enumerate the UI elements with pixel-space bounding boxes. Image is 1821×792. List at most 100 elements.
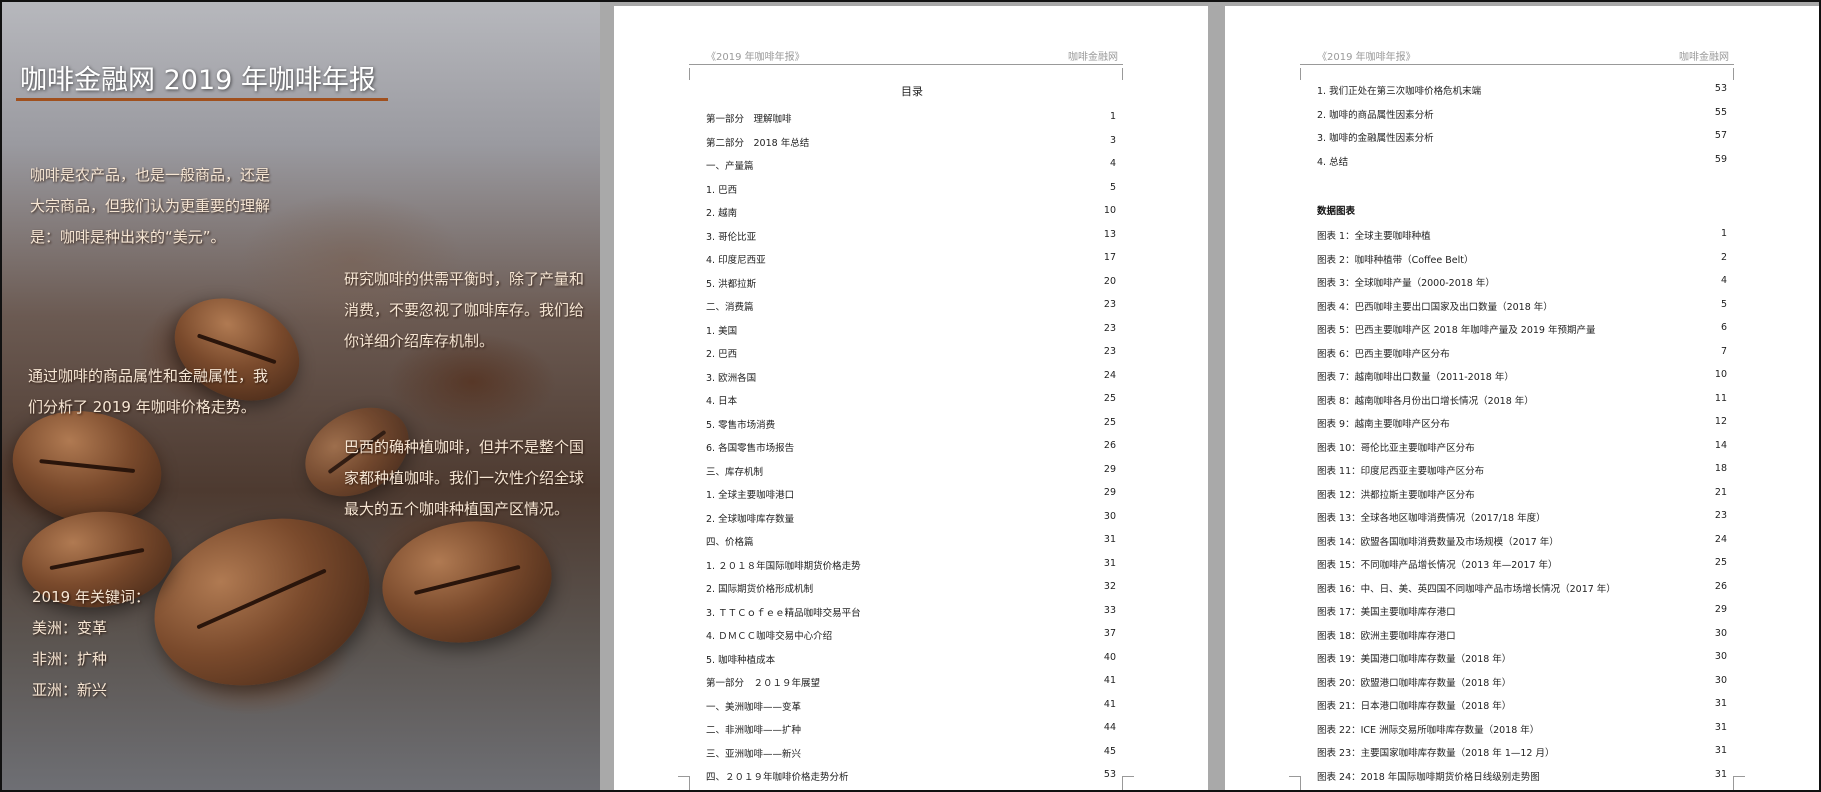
toc-entry[interactable]: 图表 12：洪都拉斯主要咖啡产区分布 21 xyxy=(1317,485,1727,509)
toc-entry[interactable]: 1. 美国 23 xyxy=(706,321,1116,345)
toc-entry[interactable]: 四、２０１９年咖啡价格走势分析 53 xyxy=(706,767,1116,790)
toc-entry[interactable]: 二、消费篇 23 xyxy=(706,297,1116,321)
crop-mark xyxy=(1733,776,1734,790)
toc-entry[interactable]: 1. 巴西 5 xyxy=(706,180,1116,204)
toc-entry-page: 4 xyxy=(1720,275,1727,286)
toc-entry-text: 图表 11：印度尼西亚主要咖啡产区分布 xyxy=(1317,466,1485,477)
toc-entry[interactable]: 图表 16：中、日、美、英四国不同咖啡产品市场增长情况（2017 年） 26 xyxy=(1317,579,1727,603)
toc-entry[interactable]: 图表 4：巴西咖啡主要出口国家及出口数量（2018 年） 5 xyxy=(1317,297,1727,321)
cover-paragraph-1: 咖啡是农产品，也是一般商品，还是大宗商品，但我们认为更重要的理解是：咖啡是种出来… xyxy=(30,166,271,246)
toc-entry[interactable]: 图表 5：巴西主要咖啡产区 2018 年咖啡产量及 2019 年预期产量 6 xyxy=(1317,320,1727,344)
toc-entry-text: 图表 23：主要国家咖啡库存数量（2018 年 1—12 月） xyxy=(1317,748,1555,759)
toc-entry-page: 29 xyxy=(1714,604,1727,615)
toc-entry-text: 3. 咖啡的金融属性因素分析 xyxy=(1317,133,1434,144)
toc-entry[interactable]: 4. ＤＭＣＣ咖啡交易中心介绍 37 xyxy=(706,626,1116,650)
toc-entry-page: 31 xyxy=(1103,534,1116,545)
toc-entry[interactable]: 图表 2：咖啡种植带（Coffee Belt） 2 xyxy=(1317,250,1727,274)
toc-entry[interactable]: 一、美洲咖啡——变革 41 xyxy=(706,697,1116,721)
toc-entry[interactable]: 图表 6：巴西主要咖啡产区分布 7 xyxy=(1317,344,1727,368)
toc-entry[interactable]: 图表 3：全球咖啡产量（2000-2018 年） 4 xyxy=(1317,273,1727,297)
toc-entry[interactable]: 图表 22：ICE 洲际交易所咖啡库存数量（2018 年） 31 xyxy=(1317,720,1727,744)
toc-page-2[interactable]: 《2019 年咖啡年报》 咖啡金融网 1. 我们正处在第三次咖啡价格危机末端 53… xyxy=(1225,6,1819,790)
toc-entry-page: 1 xyxy=(1720,228,1727,239)
toc-entry-page: 31 xyxy=(1103,557,1116,569)
toc-entry-page: 25 xyxy=(1714,557,1727,568)
toc-entry[interactable]: 第二部分 2018 年总结 3 xyxy=(706,133,1116,157)
toc-entry[interactable]: 图表 21：日本港口咖啡库存数量（2018 年） 31 xyxy=(1317,696,1727,720)
toc-entry[interactable]: 5. 零售市场消费 25 xyxy=(706,415,1116,439)
toc-entry-text: 图表 5：巴西主要咖啡产区 2018 年咖啡产量及 2019 年预期产量 xyxy=(1317,325,1596,336)
toc-entry[interactable]: 二、非洲咖啡——扩种 44 xyxy=(706,720,1116,744)
toc-entry[interactable]: 2. 国际期货价格形成机制 32 xyxy=(706,579,1116,603)
toc-entry[interactable]: 图表 10：哥伦比亚主要咖啡产区分布 14 xyxy=(1317,438,1727,462)
toc-entry[interactable]: 2. 咖啡的商品属性因素分析 55 xyxy=(1317,105,1727,129)
toc-entry-text: 5. 零售市场消费 xyxy=(706,419,776,431)
toc-entry-page: 31 xyxy=(1714,768,1727,780)
toc-entry[interactable]: 三、库存机制 29 xyxy=(706,462,1116,486)
document-viewer: 咖啡金融网 2019 年咖啡年报 咖啡是农产品，也是一般商品，还是大宗商品，但我… xyxy=(0,0,1821,792)
toc-page-1[interactable]: 《2019 年咖啡年报》 咖啡金融网 目录 第一部分 理解咖啡 1 第二部分 201… xyxy=(614,6,1208,790)
toc-entry[interactable]: 图表 19：美国港口咖啡库存数量（2018 年） 30 xyxy=(1317,649,1727,673)
toc-entry[interactable]: 2. 越南 10 xyxy=(706,203,1116,227)
toc-entry-text: 三、库存机制 xyxy=(706,466,764,478)
toc-entry[interactable]: 图表 7：越南咖啡出口数量（2011-2018 年） 10 xyxy=(1317,367,1727,391)
toc-entry-page: 32 xyxy=(1103,581,1116,592)
toc-entry-text: 图表 8：越南咖啡各月份出口增长情况（2018 年） xyxy=(1317,395,1534,407)
keyword-item: 亚洲：新兴 xyxy=(32,681,108,699)
toc-entry[interactable]: 2. 巴西 23 xyxy=(706,344,1116,368)
toc-entry[interactable]: 图表 11：印度尼西亚主要咖啡产区分布 18 xyxy=(1317,461,1727,485)
toc-entry-page: 2 xyxy=(1720,251,1727,263)
toc-entry[interactable]: 图表 20：欧盟港口咖啡库存数量（2018 年） 30 xyxy=(1317,673,1727,697)
cover-title: 咖啡金融网 2019 年咖啡年报 xyxy=(20,65,376,96)
toc-entry-page: 37 xyxy=(1103,628,1116,639)
toc-entry[interactable]: 四、价格篇 31 xyxy=(706,532,1116,556)
keywords-block: 2019 年关键词： 美洲：变革 非洲：扩种 亚洲：新兴 xyxy=(32,582,150,706)
toc-entry-page: 57 xyxy=(1714,130,1727,141)
toc-entry[interactable]: 图表 8：越南咖啡各月份出口增长情况（2018 年） 11 xyxy=(1317,391,1727,415)
toc-entry-text: 5. 咖啡种植成本 xyxy=(706,654,776,666)
toc-entry[interactable]: 1. 我们正处在第三次咖啡价格危机末端 53 xyxy=(1317,81,1727,105)
toc-entry-text: 6. 各国零售市场报告 xyxy=(706,443,795,454)
toc-entry[interactable]: 第一部分 理解咖啡 1 xyxy=(706,109,1116,133)
toc-entry[interactable]: 3. 咖啡的金融属性因素分析 57 xyxy=(1317,128,1727,152)
toc-entry[interactable]: 5. 咖啡种植成本 40 xyxy=(706,650,1116,674)
toc-entry-page: 5 xyxy=(1109,181,1116,193)
toc-entry[interactable]: 5. 洪都拉斯 20 xyxy=(706,274,1116,298)
toc-entry-text: 二、非洲咖啡——扩种 xyxy=(706,725,802,736)
toc-entry[interactable]: 图表 9：越南主要咖啡产区分布 12 xyxy=(1317,414,1727,438)
crop-mark xyxy=(689,776,690,790)
toc-entry[interactable]: 三、亚洲咖啡——新兴 45 xyxy=(706,744,1116,768)
toc-entry-text: 1. 巴西 xyxy=(706,184,738,196)
toc-entry[interactable]: 图表 23：主要国家咖啡库存数量（2018 年 1—12 月） 31 xyxy=(1317,743,1727,767)
toc-entry[interactable]: 第一部分 ２０１９年展望 41 xyxy=(706,673,1116,697)
toc-entry[interactable]: 4. 总结 59 xyxy=(1317,152,1727,176)
toc-entry[interactable]: 4. 印度尼西亚 17 xyxy=(706,250,1116,274)
toc-entry-page: 31 xyxy=(1714,721,1727,733)
toc-entry[interactable]: 3. 哥伦比亚 13 xyxy=(706,227,1116,251)
toc-entry[interactable]: 4. 日本 25 xyxy=(706,391,1116,415)
toc-entry[interactable]: 图表 24：2018 年国际咖啡期货价格日线级别走势图 31 xyxy=(1317,767,1727,791)
toc-entry[interactable]: 图表 17：美国主要咖啡库存港口 29 xyxy=(1317,602,1727,626)
toc-entry[interactable]: 1. 全球主要咖啡港口 29 xyxy=(706,485,1116,509)
crop-mark xyxy=(1122,68,1123,80)
toc-entry[interactable]: 一、产量篇 4 xyxy=(706,156,1116,180)
cover-paragraph-3: 通过咖啡的商品属性和金融属性，我们分析了 2019 年咖啡价格走势。 xyxy=(28,367,269,416)
toc-entry[interactable]: 3. ＴＴＣｏｆｅｅ精品咖啡交易平台 33 xyxy=(706,603,1116,627)
toc-entry[interactable]: 图表 14：欧盟各国咖啡消费数量及市场规模（2017 年） 24 xyxy=(1317,532,1727,556)
toc-entry-page: 11 xyxy=(1714,392,1727,404)
toc-entry-text: 图表 1：全球主要咖啡种植 xyxy=(1317,231,1431,242)
toc-entry-page: 10 xyxy=(1714,369,1727,380)
toc-entry-page: 29 xyxy=(1103,463,1116,475)
toc-entry-page: 30 xyxy=(1103,510,1116,522)
toc-entry-page: 40 xyxy=(1103,651,1116,663)
toc-entry-page: 12 xyxy=(1714,416,1727,427)
toc-entry-page: 10 xyxy=(1103,205,1116,216)
toc-entry[interactable]: 图表 1：全球主要咖啡种植 1 xyxy=(1317,226,1727,250)
toc-entry[interactable]: 图表 15：不同咖啡产品增长情况（2013 年—2017 年） 25 xyxy=(1317,555,1727,579)
toc-entry[interactable]: 1. ２０１８年国际咖啡期货价格走势 31 xyxy=(706,556,1116,580)
toc-entry[interactable]: 2. 全球咖啡库存数量 30 xyxy=(706,509,1116,533)
toc-entry[interactable]: 3. 欧洲各国 24 xyxy=(706,368,1116,392)
toc-entry[interactable]: 图表 18：欧洲主要咖啡库存港口 30 xyxy=(1317,626,1727,650)
toc-entry[interactable]: 6. 各国零售市场报告 26 xyxy=(706,438,1116,462)
toc-entry[interactable]: 图表 13：全球各地区咖啡消费情况（2017/18 年度） 23 xyxy=(1317,508,1727,532)
